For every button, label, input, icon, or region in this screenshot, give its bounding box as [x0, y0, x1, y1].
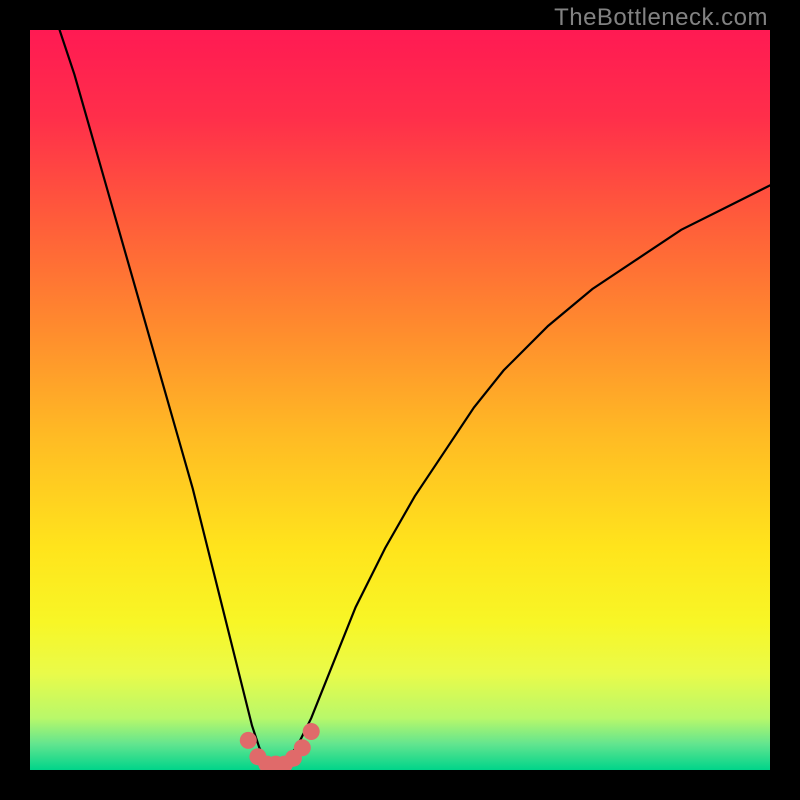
watermark-text: TheBottleneck.com [554, 4, 768, 32]
highlight-dot [294, 739, 311, 756]
plot-area [30, 30, 770, 770]
chart-svg [30, 30, 770, 770]
highlight-dot [240, 732, 257, 749]
highlight-dot [303, 723, 320, 740]
chart-background [30, 30, 770, 770]
